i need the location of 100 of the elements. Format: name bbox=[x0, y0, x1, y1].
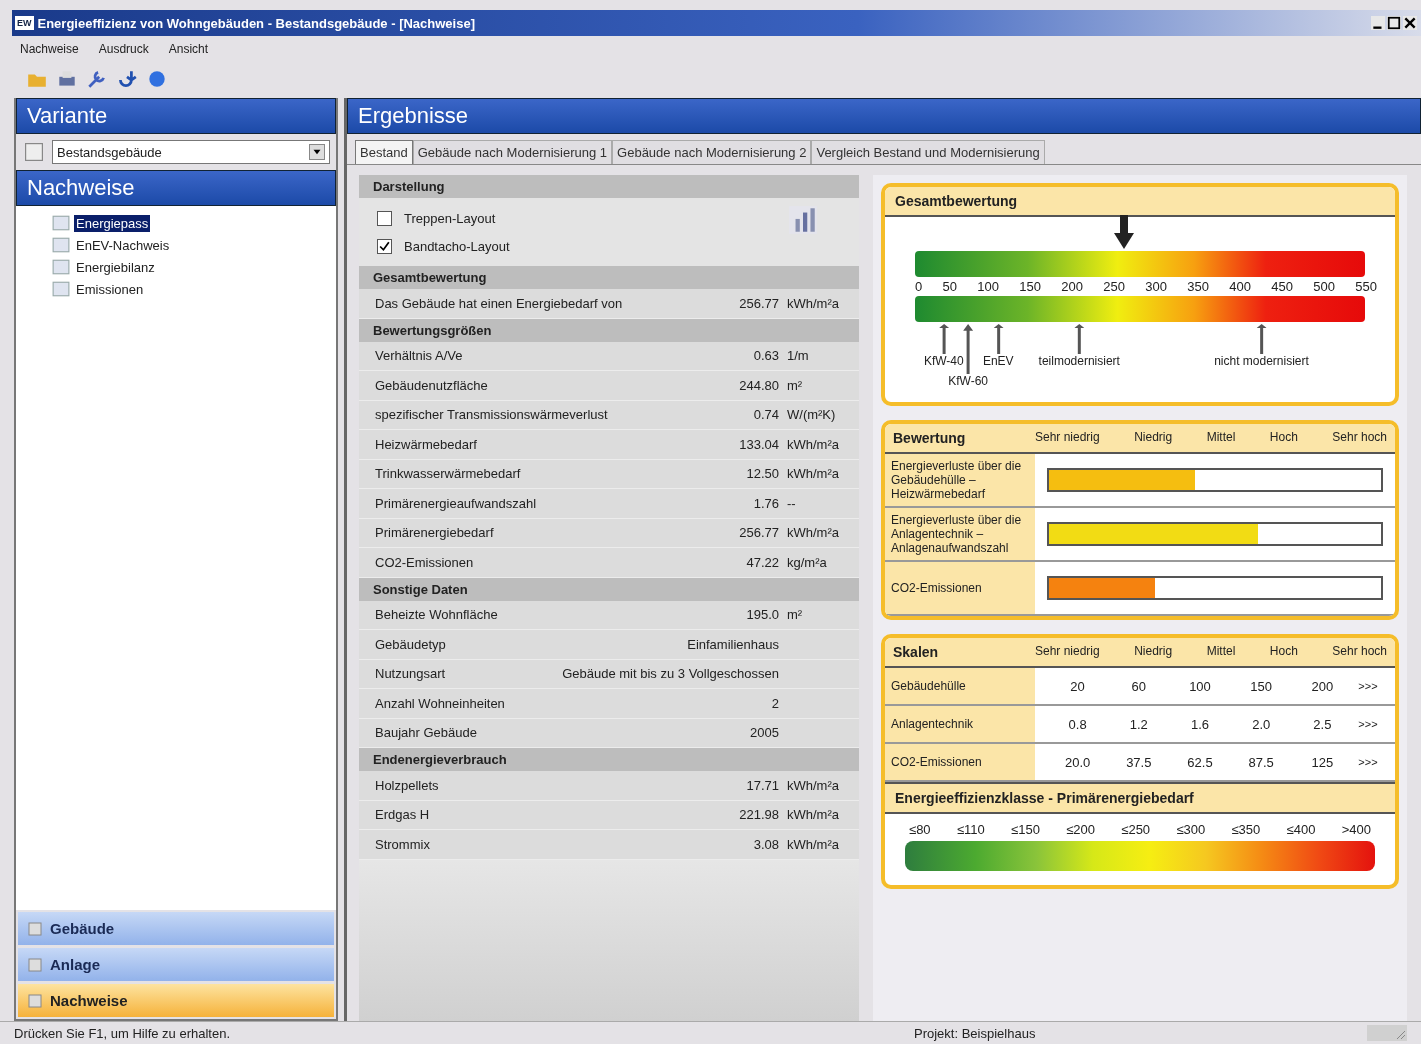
window-title: Energieeffizienz von Wohngebäuden - Bestandsgebäude - [Nachweise] bbox=[37, 15, 476, 31]
panel-title: Ergebnisse bbox=[347, 98, 1421, 134]
class-label: ≤350 bbox=[1231, 822, 1261, 837]
tab[interactable]: Vergleich Bestand und Modernisierung bbox=[811, 140, 1045, 164]
unit-label: m² bbox=[786, 607, 804, 623]
scale-value: 20.0 bbox=[1063, 754, 1092, 770]
tree-item[interactable]: Energiepass bbox=[74, 214, 151, 232]
variant-dropdown[interactable]: Bestandsgebäude bbox=[52, 140, 330, 164]
marker-label: teilmodernisiert bbox=[1038, 354, 1120, 368]
app-icon: EW bbox=[15, 16, 34, 30]
marker-label: EnEV bbox=[982, 354, 1014, 368]
class-label: ≤400 bbox=[1286, 822, 1316, 837]
property-label: Trinkwasserwärmebedarf bbox=[375, 466, 522, 482]
column-header: Mittel bbox=[1206, 430, 1236, 446]
row-label: Gebäudehülle bbox=[891, 679, 966, 693]
property-value: 2005 bbox=[750, 725, 779, 741]
marker-arrow-icon bbox=[1256, 324, 1267, 354]
tree-item[interactable]: EnEV-Nachweis bbox=[74, 236, 172, 254]
scale-value: 200 bbox=[1310, 678, 1335, 694]
property-value: 3.08 bbox=[753, 836, 779, 852]
unit-label: -- bbox=[786, 495, 797, 511]
row-label: Energieverluste über die Gebäudehülle – Heizwärmebedarf bbox=[891, 459, 1023, 501]
scale-value: 2.5 bbox=[1312, 716, 1333, 732]
scale-tick-label: 550 bbox=[1355, 279, 1377, 294]
column-header: Hoch bbox=[1269, 644, 1298, 660]
property-label: Anzahl Wohneinheiten bbox=[375, 695, 506, 711]
scale-tick-label: 450 bbox=[1271, 279, 1293, 294]
navigation-button[interactable]: Anlage bbox=[18, 948, 334, 981]
property-label: Baujahr Gebäude bbox=[375, 725, 478, 741]
help-icon[interactable] bbox=[146, 68, 168, 90]
minimize-icon[interactable] bbox=[1371, 16, 1385, 30]
more-indicator: >>> bbox=[1357, 756, 1379, 768]
column-header: Niedrig bbox=[1134, 644, 1173, 660]
arrow-icon[interactable] bbox=[116, 68, 138, 90]
card-title: Skalen bbox=[893, 644, 939, 660]
scale-tick-label: 200 bbox=[1061, 279, 1083, 294]
tree-item[interactable]: Emissionen bbox=[74, 280, 146, 298]
marker-arrow-icon bbox=[938, 324, 949, 354]
unit-label: kWh/m²a bbox=[786, 525, 840, 541]
unit-label: m² bbox=[786, 377, 804, 393]
page-icon bbox=[52, 215, 70, 231]
property-value: 133.04 bbox=[739, 436, 779, 452]
scale-value: 87.5 bbox=[1247, 754, 1275, 770]
property-label: Strommix bbox=[375, 836, 431, 852]
column-header: Sehr niedrig bbox=[1035, 430, 1100, 446]
unit-label: kWh/m²a bbox=[786, 777, 840, 793]
property-value: 47.22 bbox=[746, 554, 779, 570]
property-value: Einfamilienhaus bbox=[687, 636, 779, 652]
page-icon bbox=[52, 259, 70, 275]
navigation-button[interactable]: Gebäude bbox=[18, 912, 334, 945]
unit-label: W/(m²K) bbox=[786, 407, 837, 423]
menu-item[interactable]: Ansicht bbox=[168, 42, 209, 56]
card-title: Bewertung bbox=[893, 430, 966, 446]
close-icon[interactable] bbox=[1403, 16, 1417, 30]
property-label: Primärenergiebedarf bbox=[375, 525, 495, 541]
tab[interactable]: Gebäude nach Modernisierung 1 bbox=[412, 140, 613, 164]
column-header: Niedrig bbox=[1134, 430, 1173, 446]
resize-grip-icon[interactable] bbox=[1367, 1025, 1407, 1041]
unit-label: kWh/m²a bbox=[786, 836, 840, 852]
property-value: 0.63 bbox=[753, 348, 779, 364]
section-header: Sonstige Daten bbox=[359, 577, 859, 601]
more-indicator: >>> bbox=[1357, 680, 1379, 692]
menu-item[interactable]: Ausdruck bbox=[98, 42, 149, 56]
checkbox-label: Bandtacho-Layout bbox=[404, 238, 510, 254]
tab[interactable]: Bestand bbox=[355, 140, 413, 164]
property-value: 244.80 bbox=[739, 377, 779, 393]
scale-value: 2.0 bbox=[1251, 716, 1272, 732]
status-text: Drücken Sie F1, um Hilfe zu erhalten. bbox=[14, 1025, 232, 1041]
checkbox[interactable] bbox=[377, 238, 392, 254]
property-label: Verhältnis A/Ve bbox=[375, 348, 464, 364]
property-value: 12.50 bbox=[746, 466, 779, 482]
square-icon bbox=[28, 957, 42, 972]
scale-value: 1.6 bbox=[1189, 716, 1211, 732]
property-value: 221.98 bbox=[739, 807, 779, 823]
scale-value: 150 bbox=[1249, 678, 1274, 694]
section-header: Gesamtbewertung bbox=[359, 266, 859, 289]
unit-label: 1/m bbox=[786, 348, 810, 364]
tree-item[interactable]: Energiebilanz bbox=[74, 258, 157, 276]
scale-value: 100 bbox=[1188, 678, 1212, 694]
scale-tick-label: 50 bbox=[942, 279, 957, 294]
maximize-icon[interactable] bbox=[1387, 16, 1401, 30]
more-indicator: >>> bbox=[1357, 718, 1379, 730]
marker-label: nicht modernisiert bbox=[1214, 354, 1309, 368]
row-label: Energieverluste über die Anlagentechnik – Anlagenaufwandszahl bbox=[891, 513, 1023, 555]
property-value: 0.74 bbox=[753, 407, 779, 423]
checkbox[interactable] bbox=[377, 210, 392, 226]
tab[interactable]: Gebäude nach Modernisierung 2 bbox=[612, 140, 812, 164]
scale-tick-label: 400 bbox=[1229, 279, 1251, 294]
scale-value: 125 bbox=[1310, 754, 1335, 770]
chart-icon[interactable] bbox=[787, 204, 819, 236]
unit-label: kWh/m²a bbox=[786, 436, 840, 452]
wrench-icon[interactable] bbox=[86, 68, 108, 90]
property-value: 195.0 bbox=[746, 607, 779, 623]
menu-item[interactable]: Nachweise bbox=[20, 42, 79, 56]
navigation-button[interactable]: Nachweise bbox=[18, 984, 334, 1017]
square-icon bbox=[28, 921, 42, 936]
pointer-arrow-icon bbox=[1112, 215, 1137, 249]
property-label: Erdgas H bbox=[375, 807, 431, 823]
property-label: Holzpellets bbox=[375, 777, 440, 793]
marker-arrow-icon bbox=[993, 324, 1004, 354]
